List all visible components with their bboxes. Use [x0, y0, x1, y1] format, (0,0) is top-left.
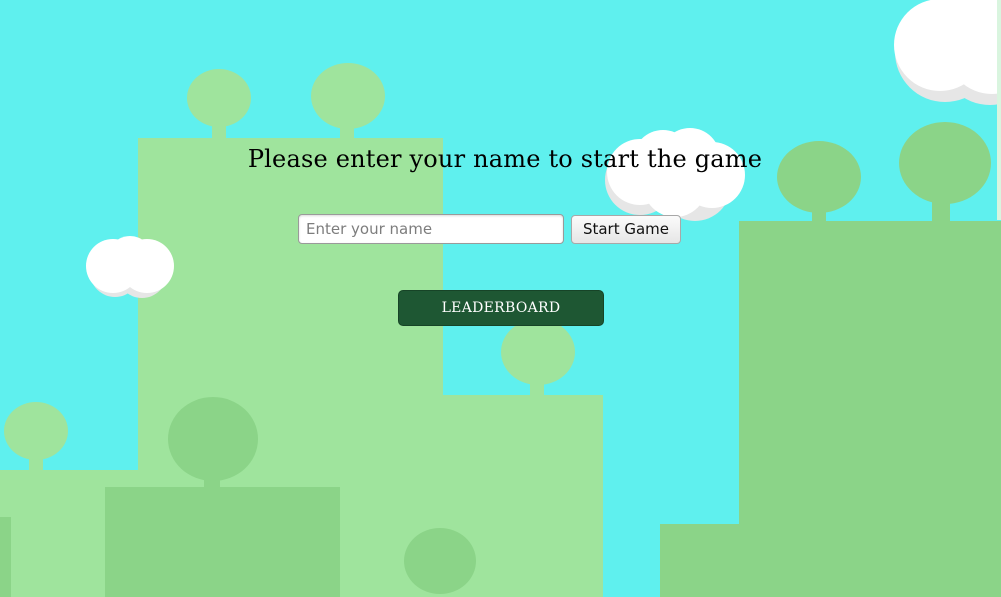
hill-right-step	[660, 524, 740, 597]
cloud-left	[86, 236, 174, 298]
start-form: Start Game	[298, 214, 681, 244]
hill-edge-left	[0, 517, 11, 597]
leaderboard-button[interactable]: LEADERBOARD	[398, 290, 604, 326]
name-input[interactable]	[298, 214, 564, 244]
page-title: Please enter your name to start the game	[247, 145, 763, 173]
right-edge-strip	[997, 0, 1001, 220]
start-game-button[interactable]: Start Game	[571, 214, 681, 244]
hill-right	[739, 221, 1001, 597]
hill-front-left	[105, 487, 340, 597]
